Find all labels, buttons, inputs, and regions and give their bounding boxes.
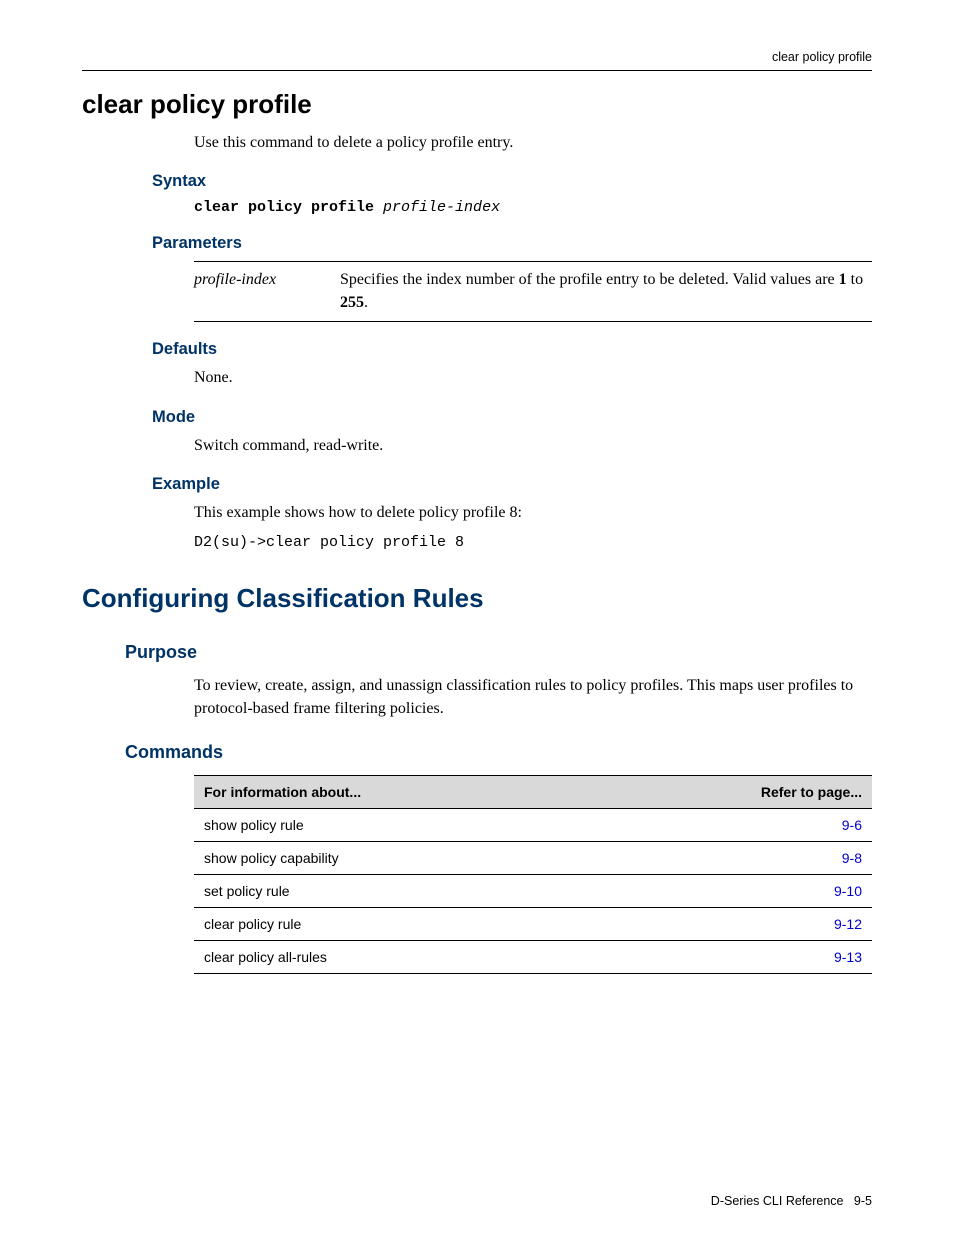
parameters-table: profile-index Specifies the index number… <box>194 261 872 322</box>
table-row: clear policy rule 9-12 <box>194 908 872 941</box>
purpose-heading: Purpose <box>125 642 872 663</box>
page-reference-link[interactable]: 9-8 <box>597 842 872 875</box>
text: . <box>364 294 368 311</box>
table-row: set policy rule 9-10 <box>194 875 872 908</box>
running-header: clear policy profile <box>82 50 872 64</box>
text-bold: 1 <box>839 271 847 288</box>
command-name: show policy capability <box>194 842 597 875</box>
commands-table: For information about... Refer to page..… <box>194 775 872 974</box>
command-name: set policy rule <box>194 875 597 908</box>
example-intro: This example shows how to delete policy … <box>194 502 872 524</box>
syntax-heading: Syntax <box>152 172 872 191</box>
table-row: show policy rule 9-6 <box>194 809 872 842</box>
footer-doc-title: D-Series CLI Reference <box>711 1194 844 1208</box>
table-header: Refer to page... <box>597 776 872 809</box>
command-intro: Use this command to delete a policy prof… <box>194 132 872 154</box>
commands-heading: Commands <box>125 742 872 763</box>
table-row: profile-index Specifies the index number… <box>194 262 872 322</box>
command-name: clear policy rule <box>194 908 597 941</box>
page-reference-link[interactable]: 9-6 <box>597 809 872 842</box>
text: Specifies the index number of the profil… <box>340 271 839 288</box>
mode-text: Switch command, read-write. <box>194 435 872 457</box>
page-reference-link[interactable]: 9-10 <box>597 875 872 908</box>
page-reference-link[interactable]: 9-12 <box>597 908 872 941</box>
table-header-row: For information about... Refer to page..… <box>194 776 872 809</box>
param-desc: Specifies the index number of the profil… <box>340 262 872 322</box>
mode-heading: Mode <box>152 408 872 427</box>
example-code: D2(su)->clear policy profile 8 <box>194 534 872 551</box>
command-name: clear policy all-rules <box>194 941 597 974</box>
example-heading: Example <box>152 475 872 494</box>
syntax-line: clear policy profile profile-index <box>194 199 872 216</box>
footer-page-number: 9-5 <box>854 1194 872 1208</box>
syntax-arg: profile-index <box>383 199 500 216</box>
syntax-command: clear policy profile <box>194 199 374 216</box>
defaults-heading: Defaults <box>152 340 872 359</box>
section-title: Configuring Classification Rules <box>82 583 872 614</box>
page-footer: D-Series CLI Reference 9-5 <box>82 1194 872 1208</box>
param-name: profile-index <box>194 262 340 322</box>
parameters-heading: Parameters <box>152 234 872 253</box>
text-bold: 255 <box>340 294 364 311</box>
command-name: show policy rule <box>194 809 597 842</box>
text: to <box>847 271 863 288</box>
purpose-text: To review, create, assign, and unassign … <box>194 675 872 720</box>
command-title: clear policy profile <box>82 89 872 120</box>
table-row: show policy capability 9-8 <box>194 842 872 875</box>
table-header: For information about... <box>194 776 597 809</box>
table-row: clear policy all-rules 9-13 <box>194 941 872 974</box>
header-rule <box>82 70 872 71</box>
defaults-text: None. <box>194 367 872 389</box>
page-reference-link[interactable]: 9-13 <box>597 941 872 974</box>
